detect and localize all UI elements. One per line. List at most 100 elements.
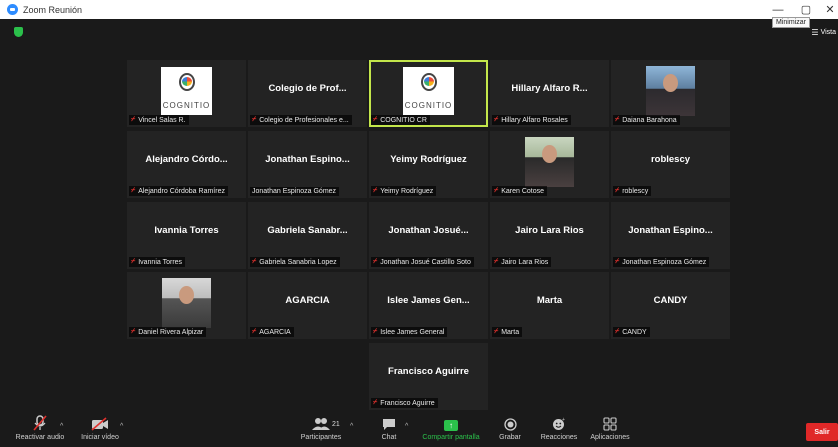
share-screen-icon-wrap: ↑	[444, 411, 458, 431]
participant-display-name: Alejandro Córdo...	[145, 154, 228, 165]
participant-tile[interactable]: ⌿ Daiana Barahona	[611, 60, 730, 127]
participant-name-label: ⌿ Vincel Salas R.	[129, 115, 189, 125]
participant-tile[interactable]: ⌿ Karen Cotose	[490, 131, 609, 198]
participants-label: Participantes	[300, 434, 342, 441]
participant-tile[interactable]: Jairo Lara Rios ⌿ Jairo Lara Rios	[490, 202, 609, 269]
chat-caret-icon[interactable]: ^	[405, 423, 408, 430]
participant-full-name: Yeimy Rodríguez	[380, 187, 434, 195]
participant-name-label: ⌿ CANDY	[613, 327, 650, 337]
participant-name-label: ⌿ COGNITIO CR	[371, 115, 430, 125]
participant-full-name: Jonathan Josué Castillo Soto	[380, 258, 471, 266]
window-title: Zoom Reunión	[23, 4, 83, 15]
participant-tile[interactable]: Marta ⌿ Marta	[490, 272, 609, 339]
unmute-label: Reactivar audio	[15, 434, 65, 441]
participant-tile[interactable]: Jonathan Josué... ⌿ Jonathan Josué Castill…	[369, 202, 488, 269]
share-screen-icon: ↑	[444, 420, 458, 431]
participant-tile[interactable]: Alejandro Córdo... ⌿ Alejandro Córdoba Ram…	[127, 131, 246, 198]
participant-tile[interactable]: COGNITIO ⌿ Vincel Salas R.	[127, 60, 246, 127]
participant-tile[interactable]: COGNITIO ⌿ COGNITIO CR	[369, 60, 488, 127]
close-button[interactable]: ✕	[815, 0, 838, 19]
participant-tile[interactable]: Gabriela Sanabr... ⌿ Gabriela Sanabria Lop…	[248, 202, 367, 269]
participant-display-name: Ivannia Torres	[154, 225, 219, 236]
mic-muted-icon: ⌿	[252, 116, 257, 123]
participant-name-label: ⌿ Gabriela Sanabria Lopez	[250, 257, 340, 267]
participant-tile[interactable]: roblescy ⌿ roblescy	[611, 131, 730, 198]
participant-tile[interactable]: ⌿ Daniel Rivera Alpizar	[127, 272, 246, 339]
chat-label: Chat	[381, 434, 397, 441]
mic-muted-icon: ⌿	[494, 328, 499, 335]
participant-tile[interactable]: Islee James Gen... ⌿ Islee James General	[369, 272, 488, 339]
participants-button[interactable]: Participantes	[298, 411, 344, 447]
participant-tile[interactable]: Ivannia Torres ⌿ Ivannia Torres	[127, 202, 246, 269]
participant-display-name: Jairo Lara Rios	[515, 225, 584, 236]
participant-full-name: Jonathan Espinoza Gómez	[252, 188, 337, 195]
participant-name-label: ⌿ roblescy	[613, 186, 652, 196]
logo-text: COGNITIO	[404, 101, 453, 110]
reactions-button[interactable]: + Reacciones	[538, 411, 580, 447]
participant-tile[interactable]: CANDY ⌿ CANDY	[611, 272, 730, 339]
participant-full-name: Vincel Salas R.	[138, 116, 186, 124]
record-label: Grabar	[499, 434, 521, 441]
participant-name-label: Jonathan Espinoza Gómez	[250, 187, 340, 196]
mic-muted-icon: ⌿	[373, 258, 378, 265]
participant-name-label: ⌿ AGARCIA	[250, 327, 294, 337]
mic-muted-icon: ⌿	[252, 328, 257, 335]
svg-text:+: +	[562, 417, 565, 423]
participant-full-name: Jairo Lara Rios	[501, 258, 549, 266]
participant-full-name: Hillary Alfaro Rosales	[501, 116, 568, 124]
participant-tile[interactable]: Yeimy Rodríguez ⌿ Yeimy Rodríguez	[369, 131, 488, 198]
participant-name-label: ⌿ Daiana Barahona	[613, 115, 680, 125]
mic-muted-icon: ⌿	[373, 116, 378, 123]
mic-muted-icon: ⌿	[373, 328, 378, 335]
participant-full-name: CANDY	[622, 328, 647, 336]
leave-button[interactable]: Salir	[806, 423, 838, 441]
share-screen-button[interactable]: ↑ Compartir pantalla	[418, 411, 484, 447]
participant-photo	[525, 137, 574, 187]
participant-full-name: Ivannia Torres	[138, 258, 183, 266]
share-screen-label: Compartir pantalla	[422, 434, 480, 441]
view-button[interactable]: ☰ Vista	[811, 28, 836, 37]
participant-display-name: Colegio de Prof...	[268, 83, 347, 94]
mic-muted-icon: ⌿	[373, 187, 378, 194]
face-shape	[179, 286, 194, 304]
chat-icon	[382, 411, 396, 431]
participant-name-label: ⌿ Yeimy Rodríguez	[371, 186, 437, 196]
participants-caret-icon[interactable]: ^	[350, 423, 353, 430]
start-video-button[interactable]: Iniciar vídeo	[76, 411, 124, 447]
participant-name-label: ⌿ Karen Cotose	[492, 186, 548, 196]
participant-display-name: Jonathan Espino...	[628, 225, 713, 236]
participant-name-label: ⌿ Ivannia Torres	[129, 257, 186, 267]
participant-full-name: Gabriela Sanabria Lopez	[259, 258, 337, 266]
video-options-caret-icon[interactable]: ^	[120, 423, 123, 430]
participant-tile[interactable]: Hillary Alfaro R... ⌿ Hillary Alfaro Rosal…	[490, 60, 609, 127]
security-shield-icon[interactable]	[14, 27, 23, 37]
participant-display-name: Jonathan Espino...	[265, 154, 350, 165]
participant-photo	[646, 66, 695, 116]
participant-display-name: Yeimy Rodríguez	[390, 154, 467, 165]
audio-options-caret-icon[interactable]: ^	[60, 423, 63, 430]
participant-full-name: Alejandro Córdoba Ramírez	[138, 187, 225, 195]
participant-tile[interactable]: Francisco Aguirre ⌿ Francisco Aguirre	[369, 343, 488, 410]
record-icon	[503, 411, 517, 431]
participant-display-name: Gabriela Sanabr...	[267, 225, 348, 236]
mic-muted-icon	[33, 411, 47, 431]
participant-full-name: Islee James General	[380, 328, 445, 336]
chat-button[interactable]: Chat	[375, 411, 403, 447]
participant-tile[interactable]: AGARCIA ⌿ AGARCIA	[248, 272, 367, 339]
record-button[interactable]: Grabar	[496, 411, 524, 447]
participant-name-label: ⌿ Francisco Aguirre	[371, 398, 438, 408]
mic-muted-icon: ⌿	[252, 258, 257, 265]
participant-name-label: ⌿ Marta	[492, 327, 523, 337]
mic-muted-icon: ⌿	[131, 187, 136, 194]
grid-view-icon: ☰	[811, 28, 819, 37]
participant-name-label: ⌿ Jairo Lara Rios	[492, 257, 552, 267]
face-shape	[663, 74, 678, 92]
participant-tile[interactable]: Colegio de Prof... ⌿ Colegio de Profesiona…	[248, 60, 367, 127]
participant-display-name: Francisco Aguirre	[388, 366, 469, 377]
apps-icon	[603, 411, 617, 431]
participant-full-name: Karen Cotose	[501, 187, 545, 195]
apps-button[interactable]: Aplicaciones	[587, 411, 633, 447]
mic-muted-icon: ⌿	[373, 399, 378, 406]
participant-tile[interactable]: Jonathan Espino... ⌿ Jonathan Espinoza Góm…	[611, 202, 730, 269]
participant-tile[interactable]: Jonathan Espino... Jonathan Espinoza Góme…	[248, 131, 367, 198]
